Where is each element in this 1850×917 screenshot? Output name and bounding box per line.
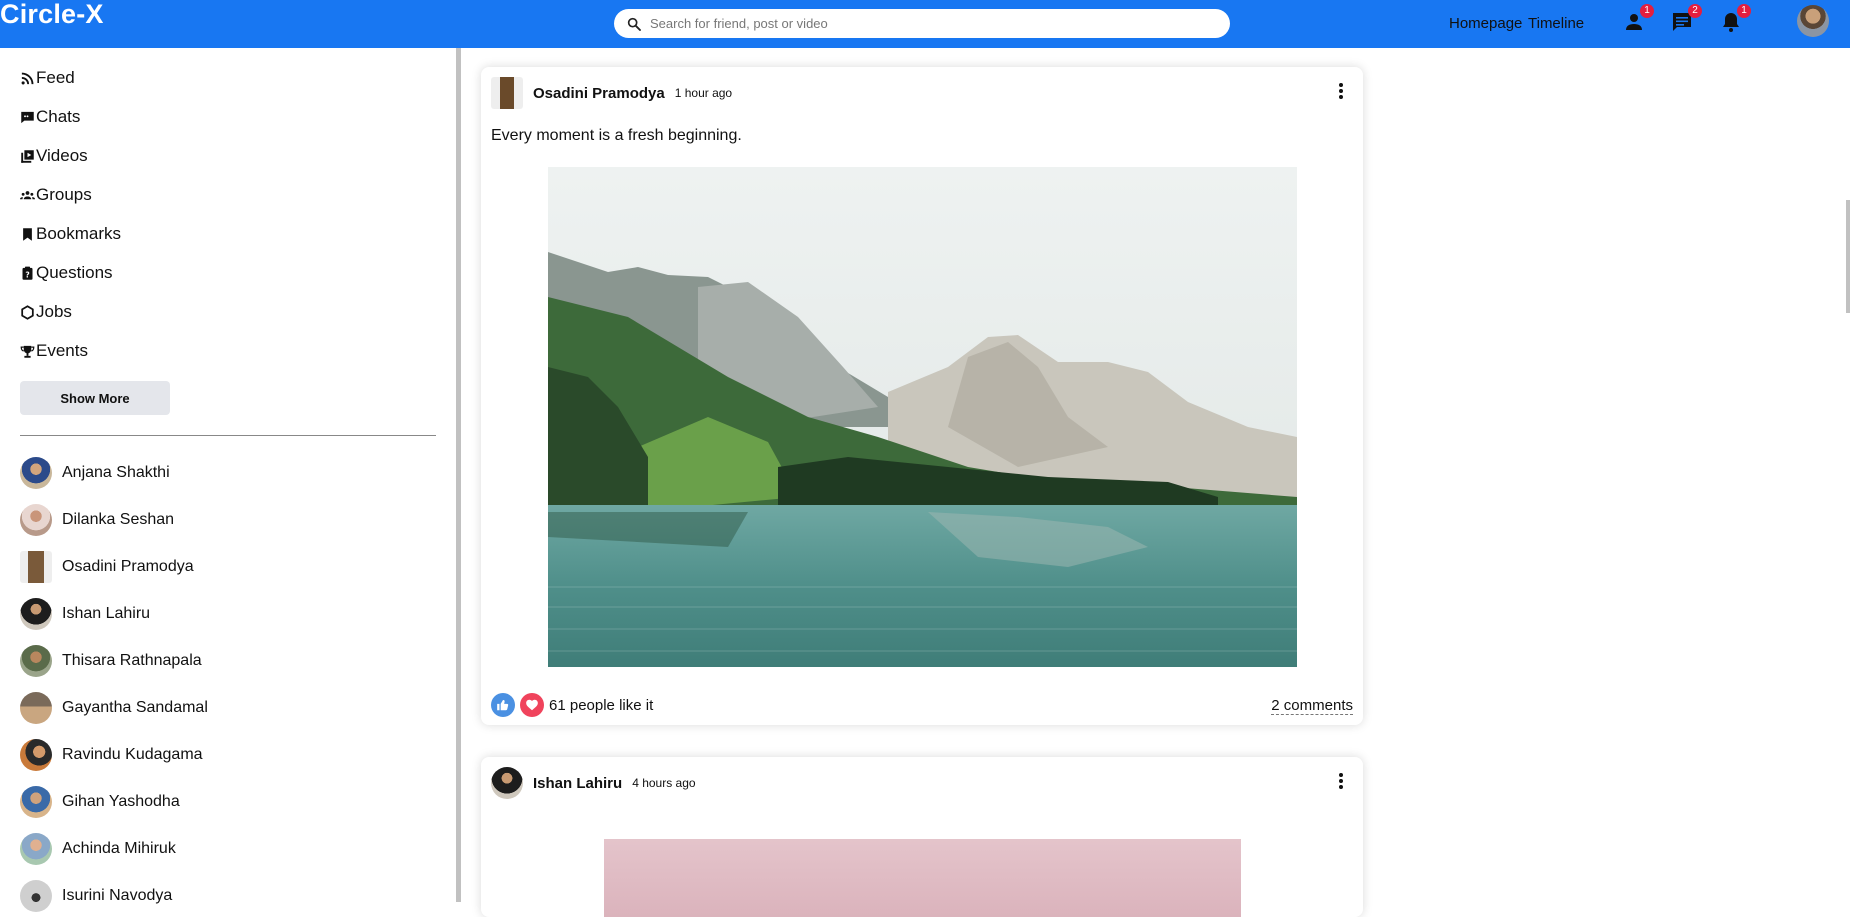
sidebar-item-label: Groups [36, 185, 92, 204]
search-icon [627, 17, 641, 31]
friend-item[interactable]: Gihan Yashodha [20, 786, 180, 818]
search-input[interactable] [650, 16, 1210, 31]
post-card: Ishan Lahiru 4 hours ago [481, 757, 1363, 917]
svg-text:?: ? [25, 270, 29, 279]
sidebar-item-label: Feed [36, 68, 75, 87]
friend-name: Thisara Rathnapala [62, 652, 202, 669]
avatar[interactable] [491, 77, 523, 109]
avatar [20, 504, 52, 536]
top-bar: Circle-X Homepage Timeline 1 2 1 [0, 0, 1850, 48]
sidebar-item-bookmarks[interactable]: Bookmarks [20, 224, 121, 244]
post-image[interactable] [604, 839, 1241, 917]
friend-item[interactable]: Isurini Navodya [20, 880, 172, 912]
avatar [20, 645, 52, 677]
friend-item[interactable]: Anjana Shakthi [20, 457, 170, 489]
user-avatar[interactable] [1797, 5, 1829, 37]
friend-name: Osadini Pramodya [62, 558, 194, 575]
friend-name: Achinda Mihiruk [62, 840, 176, 857]
like-count: 61 people like it [549, 696, 654, 714]
sidebar-item-questions[interactable]: ? Questions [20, 263, 113, 283]
sidebar-item-chats[interactable]: Chats [20, 107, 80, 127]
comments-link[interactable]: 2 comments [1271, 697, 1353, 715]
friend-name: Gihan Yashodha [62, 793, 180, 810]
avatar [20, 457, 52, 489]
notifications-badge: 1 [1737, 4, 1751, 18]
post-timestamp: 4 hours ago [632, 776, 696, 790]
avatar [20, 786, 52, 818]
friend-item[interactable]: Thisara Rathnapala [20, 645, 202, 677]
like-button[interactable] [491, 693, 515, 717]
avatar [20, 598, 52, 630]
friend-name: Ishan Lahiru [62, 605, 151, 622]
nav-homepage-link[interactable]: Homepage [1449, 15, 1522, 32]
bookmark-icon [23, 227, 32, 241]
sidebar-item-label: Questions [36, 263, 113, 282]
friend-requests-badge: 1 [1640, 4, 1654, 18]
friend-name: Isurini Navodya [62, 887, 173, 904]
sidebar-item-groups[interactable]: Groups [20, 185, 92, 205]
work-icon [21, 304, 34, 320]
question-icon: ? [22, 266, 33, 280]
avatar [20, 880, 52, 912]
page-scrollbar[interactable] [1846, 200, 1850, 313]
more-vertical-icon [1339, 83, 1343, 99]
sidebar-item-label: Events [36, 341, 88, 360]
show-more-button[interactable]: Show More [20, 381, 170, 415]
notifications-button[interactable]: 1 [1719, 4, 1751, 36]
avatar [20, 692, 52, 724]
post-image[interactable] [548, 167, 1297, 667]
more-vertical-icon [1339, 773, 1343, 789]
post-menu-button[interactable] [1331, 81, 1351, 101]
sidebar-item-videos[interactable]: Videos [20, 146, 88, 166]
sidebar-item-label: Videos [36, 146, 88, 165]
sidebar-scrollbar[interactable] [456, 48, 461, 902]
friend-name: Dilanka Seshan [62, 511, 175, 528]
friend-item[interactable]: Gayantha Sandamal [20, 692, 208, 724]
friend-item[interactable]: Ravindu Kudagama [20, 739, 203, 771]
post-menu-button[interactable] [1331, 771, 1351, 791]
sidebar-divider [20, 435, 436, 436]
sidebar-item-events[interactable]: Events [20, 341, 88, 361]
group-icon [20, 190, 35, 199]
mountain-lake-image [548, 167, 1297, 667]
chat-icon [21, 111, 34, 123]
friend-name: Anjana Shakthi [62, 464, 170, 481]
avatar[interactable] [491, 767, 523, 799]
heart-icon [526, 699, 538, 711]
app-logo[interactable]: Circle-X [0, 0, 104, 28]
post-card: Osadini Pramodya 1 hour ago Every moment… [481, 67, 1363, 725]
friend-item[interactable]: Dilanka Seshan [20, 504, 174, 536]
friend-item[interactable]: Ishan Lahiru [20, 598, 150, 630]
post-reactions: 61 people like it [491, 693, 653, 717]
friend-requests-button[interactable]: 1 [1622, 4, 1654, 36]
video-library-icon [21, 149, 34, 163]
post-author[interactable]: Ishan Lahiru [533, 775, 622, 792]
sidebar: Feed Chats Videos Groups Bookmarks ? Que… [0, 48, 455, 912]
avatar [20, 551, 52, 583]
friend-name: Gayantha Sandamal [62, 699, 208, 716]
post-text: Every moment is a fresh beginning. [491, 127, 742, 144]
avatar [20, 833, 52, 865]
search-bar[interactable] [614, 9, 1230, 38]
trophy-icon [20, 345, 35, 358]
messages-badge: 2 [1688, 4, 1702, 18]
friend-name: Ravindu Kudagama [62, 746, 203, 763]
post-header: Ishan Lahiru 4 hours ago [491, 767, 696, 799]
post-author[interactable]: Osadini Pramodya [533, 85, 665, 102]
sidebar-item-label: Jobs [36, 302, 72, 321]
friend-item[interactable]: Achinda Mihiruk [20, 833, 176, 865]
post-header: Osadini Pramodya 1 hour ago [491, 77, 732, 109]
post-timestamp: 1 hour ago [674, 86, 733, 100]
thumbs-up-icon [497, 700, 509, 711]
sidebar-item-label: Chats [36, 107, 81, 126]
messages-button[interactable]: 2 [1670, 4, 1702, 36]
friend-item[interactable]: Osadini Pramodya [20, 551, 194, 583]
love-button[interactable] [520, 693, 544, 717]
avatar [20, 739, 52, 771]
nav-timeline-link[interactable]: Timeline [1528, 15, 1584, 32]
sidebar-item-label: Bookmarks [36, 224, 122, 243]
sidebar-item-jobs[interactable]: Jobs [20, 302, 72, 322]
sidebar-item-feed[interactable]: Feed [20, 68, 75, 88]
rss-icon [21, 72, 34, 84]
